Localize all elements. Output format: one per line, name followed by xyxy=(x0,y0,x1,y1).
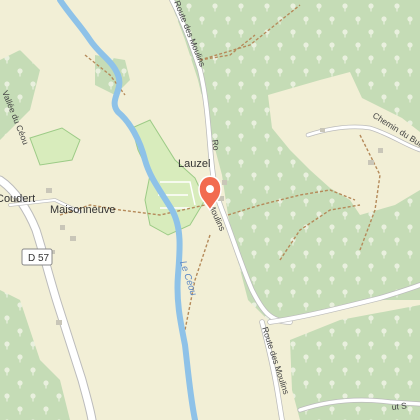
place-label-maisonneuve: Maisonneuve xyxy=(50,204,115,216)
svg-text:D 57: D 57 xyxy=(28,253,50,264)
road-label-route-des-moulins-south: Route des Moulins xyxy=(260,326,291,396)
road-label-vallee-du-ceou: Vallée du Céou xyxy=(0,89,31,146)
road-label-route-des-moulins-mid: Ro xyxy=(210,139,221,151)
map-canvas[interactable]: Lauzel Maisonneuve Coudert Route des Mou… xyxy=(0,0,420,420)
road-label-partial: ut S xyxy=(391,400,407,412)
place-label-lauzel: Lauzel xyxy=(178,158,210,170)
road-label-chemin-du-but: Chemin du But xyxy=(371,110,420,149)
river-label-le-ceou: Le Céou xyxy=(177,260,199,298)
road-label-route-des-moulins-north: Route des Moulins xyxy=(172,0,208,68)
place-label-coudert: Coudert xyxy=(0,193,35,205)
road-shield-d57: D 57 xyxy=(21,248,53,266)
